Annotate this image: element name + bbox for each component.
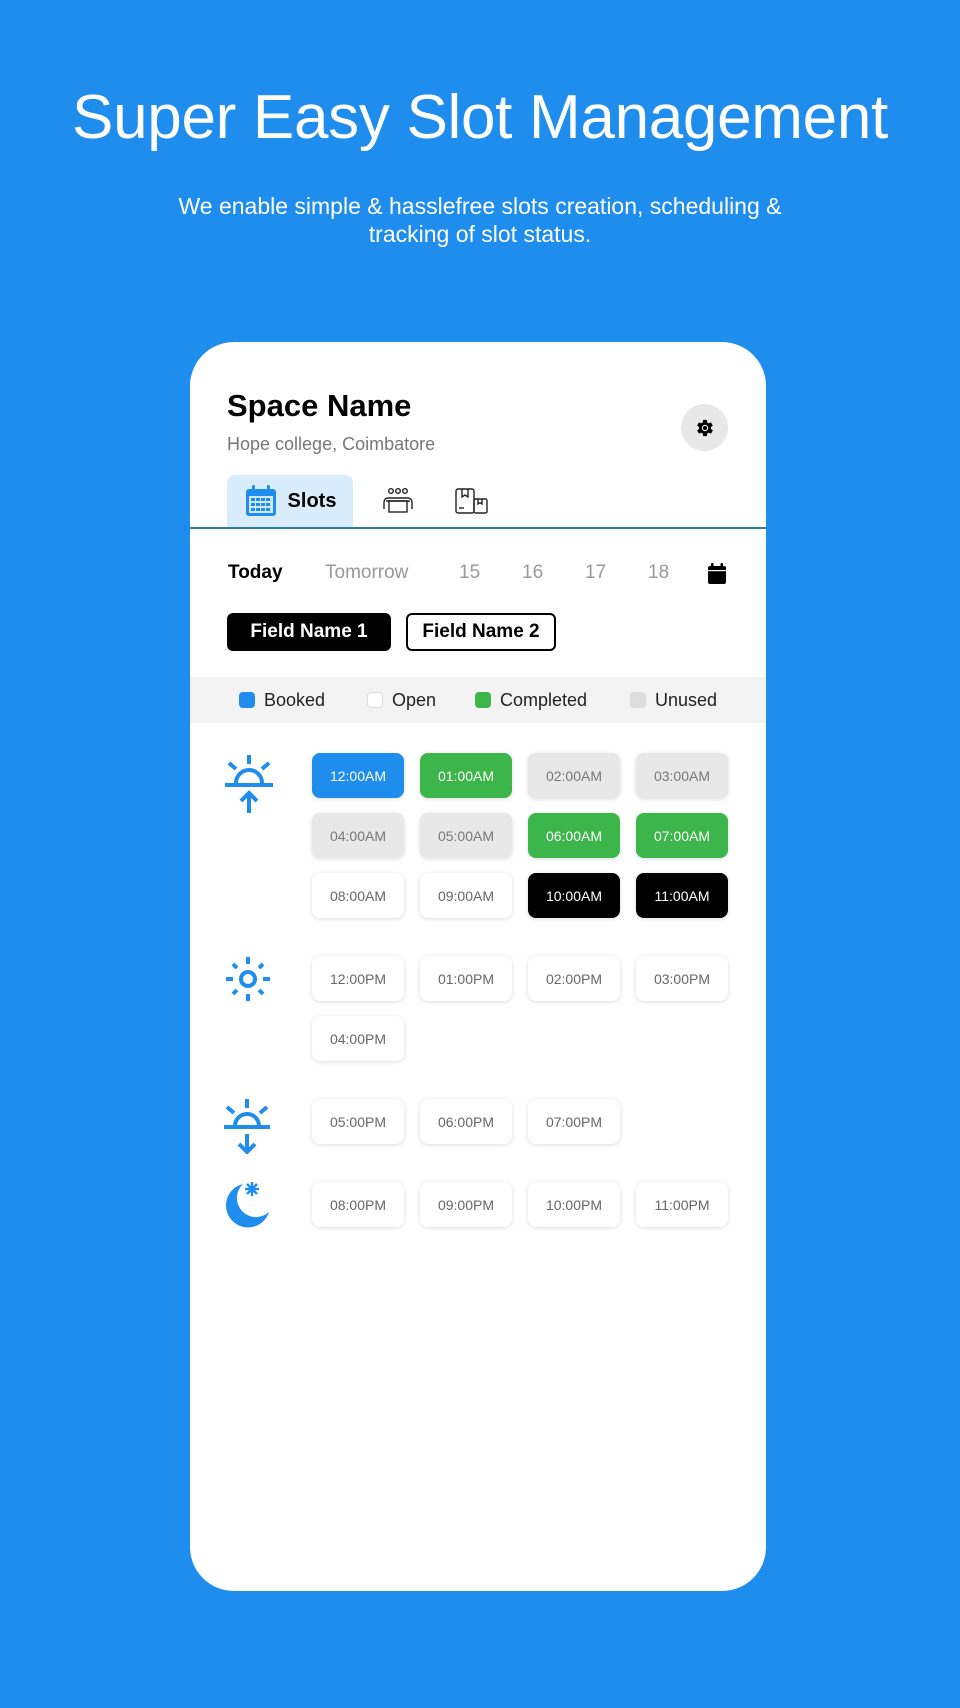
legend-label: Open bbox=[392, 689, 437, 710]
legend-booked: Booked bbox=[239, 690, 325, 711]
space-name: Space Name bbox=[227, 388, 412, 423]
slot[interactable]: 12:00AM bbox=[312, 753, 404, 798]
status-legend: Booked Open Completed Unused bbox=[190, 677, 766, 723]
legend-label: Unused bbox=[655, 689, 718, 710]
slot-grid: 05:00PM 06:00PM 07:00PM bbox=[312, 1099, 732, 1144]
legend-label: Booked bbox=[264, 689, 326, 710]
slot[interactable]: 03:00PM bbox=[636, 956, 728, 1001]
hero-subtitle: We enable simple & hasslefree slots crea… bbox=[178, 193, 782, 247]
slot[interactable]: 09:00AM bbox=[420, 873, 512, 918]
slot[interactable]: 02:00PM bbox=[528, 956, 620, 1001]
field-2-button[interactable]: Field Name 2 bbox=[406, 613, 556, 651]
space-location: Hope college, Coimbatore bbox=[227, 434, 436, 454]
slot[interactable]: 06:00AM bbox=[528, 813, 620, 858]
legend-swatch-completed bbox=[475, 692, 491, 708]
slot[interactable]: 10:00AM bbox=[528, 873, 620, 918]
sunrise-icon bbox=[225, 755, 273, 813]
package-boxes-icon bbox=[455, 488, 488, 514]
slot[interactable]: 05:00AM bbox=[420, 813, 512, 858]
slot[interactable]: 04:00PM bbox=[312, 1016, 404, 1061]
tab-packages[interactable] bbox=[450, 475, 494, 527]
tab-slots[interactable]: Slots bbox=[227, 475, 353, 527]
settings-button[interactable] bbox=[681, 404, 728, 451]
sunset-icon bbox=[224, 1099, 270, 1154]
slot[interactable]: 01:00AM bbox=[420, 753, 512, 798]
slot[interactable]: 04:00AM bbox=[312, 813, 404, 858]
field-selector: Field Name 1 Field Name 2 bbox=[227, 613, 556, 651]
date-18[interactable]: 18 bbox=[648, 562, 669, 584]
slot[interactable]: 11:00PM bbox=[636, 1182, 728, 1227]
calendar-icon bbox=[245, 485, 276, 516]
app-screen-card: Space Name Hope college, Coimbatore Slot… bbox=[190, 342, 766, 1591]
slot[interactable]: 09:00PM bbox=[420, 1182, 512, 1227]
hero-title: Super Easy Slot Management bbox=[72, 83, 888, 152]
slot[interactable]: 11:00AM bbox=[636, 873, 728, 918]
date-picker-button[interactable] bbox=[708, 563, 726, 589]
legend-swatch-booked bbox=[239, 692, 255, 708]
date-selector: Today Tomorrow 15 16 17 18 bbox=[190, 562, 766, 592]
gear-icon bbox=[696, 419, 713, 436]
date-16[interactable]: 16 bbox=[522, 562, 543, 584]
slot-grid: 08:00PM 09:00PM 10:00PM 11:00PM bbox=[312, 1182, 732, 1227]
slot[interactable]: 03:00AM bbox=[636, 753, 728, 798]
date-17[interactable]: 17 bbox=[585, 562, 606, 584]
date-today[interactable]: Today bbox=[228, 562, 283, 584]
slot[interactable]: 05:00PM bbox=[312, 1099, 404, 1144]
slot-grid: 12:00PM 01:00PM 02:00PM 03:00PM 04:00PM bbox=[312, 956, 732, 1061]
legend-label: Completed bbox=[500, 689, 588, 710]
people-group-icon bbox=[383, 488, 413, 513]
slot[interactable]: 07:00PM bbox=[528, 1099, 620, 1144]
legend-open: Open bbox=[367, 690, 436, 711]
moon-icon bbox=[226, 1182, 269, 1228]
calendar-icon bbox=[708, 563, 726, 584]
slot[interactable]: 07:00AM bbox=[636, 813, 728, 858]
tab-slots-label: Slots bbox=[287, 489, 337, 512]
slot-grid: 12:00AM 01:00AM 02:00AM 03:00AM 04:00AM … bbox=[312, 753, 732, 918]
tab-people[interactable] bbox=[376, 475, 420, 527]
legend-swatch-open bbox=[367, 692, 383, 708]
date-15[interactable]: 15 bbox=[459, 562, 480, 584]
slot[interactable]: 10:00PM bbox=[528, 1182, 620, 1227]
tab-bar: Slots bbox=[190, 475, 766, 529]
slot[interactable]: 12:00PM bbox=[312, 956, 404, 1001]
legend-completed: Completed bbox=[475, 690, 587, 711]
legend-swatch-unused bbox=[630, 692, 646, 708]
date-tomorrow[interactable]: Tomorrow bbox=[325, 562, 408, 584]
slot[interactable]: 02:00AM bbox=[528, 753, 620, 798]
legend-unused: Unused bbox=[630, 690, 717, 711]
slot[interactable]: 01:00PM bbox=[420, 956, 512, 1001]
slot[interactable]: 08:00AM bbox=[312, 873, 404, 918]
slot[interactable]: 08:00PM bbox=[312, 1182, 404, 1227]
slot[interactable]: 06:00PM bbox=[420, 1099, 512, 1144]
field-1-button[interactable]: Field Name 1 bbox=[227, 613, 391, 651]
sun-icon bbox=[226, 957, 270, 1001]
